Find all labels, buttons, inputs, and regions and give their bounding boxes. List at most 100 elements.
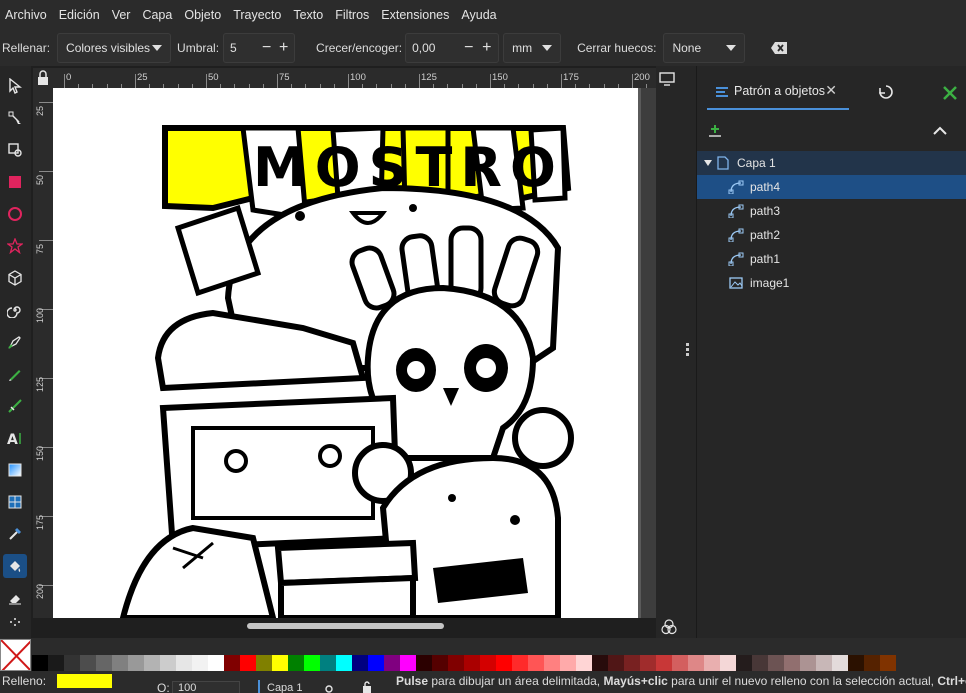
color-swatch[interactable]: [256, 655, 272, 671]
color-swatch[interactable]: [128, 655, 144, 671]
lock-icon[interactable]: [33, 68, 53, 88]
pencil-tool-icon[interactable]: [3, 362, 27, 386]
add-layer-icon[interactable]: [707, 123, 723, 142]
visibility-icon[interactable]: [322, 683, 336, 693]
align-tab-icon[interactable]: [941, 83, 959, 104]
color-swatch[interactable]: [464, 655, 480, 671]
color-swatch[interactable]: [432, 655, 448, 671]
color-swatch[interactable]: [688, 655, 704, 671]
color-swatch[interactable]: [96, 655, 112, 671]
tab-trace-pixel-art[interactable]: Patrón a objetos ✕: [707, 74, 849, 110]
menu-objeto[interactable]: Objeto: [178, 8, 227, 22]
expand-arrow-icon[interactable]: [703, 159, 713, 167]
color-swatch[interactable]: [192, 655, 208, 671]
opacity-spinbox[interactable]: 100: [172, 681, 240, 693]
display-mode-icon[interactable]: [659, 72, 675, 89]
color-swatch[interactable]: [560, 655, 576, 671]
color-swatch[interactable]: [720, 655, 736, 671]
color-swatch[interactable]: [368, 655, 384, 671]
color-swatch[interactable]: [544, 655, 560, 671]
tree-row-path[interactable]: path1: [697, 247, 966, 271]
menu-ver[interactable]: Ver: [106, 8, 137, 22]
color-swatch[interactable]: [656, 655, 672, 671]
color-swatch[interactable]: [640, 655, 656, 671]
spray-tool-icon[interactable]: [3, 614, 27, 630]
color-swatch[interactable]: [784, 655, 800, 671]
text-tool-icon[interactable]: A: [3, 426, 27, 450]
color-swatch[interactable]: [48, 655, 64, 671]
color-swatch[interactable]: [400, 655, 416, 671]
color-swatch[interactable]: [800, 655, 816, 671]
color-swatch[interactable]: [320, 655, 336, 671]
undo-history-icon[interactable]: [877, 83, 895, 104]
color-swatch[interactable]: [768, 655, 784, 671]
menu-ayuda[interactable]: Ayuda: [455, 8, 502, 22]
mesh-tool-icon[interactable]: [3, 490, 27, 514]
tree-row-path[interactable]: path3: [697, 199, 966, 223]
color-swatch[interactable]: [208, 655, 224, 671]
node-tool-icon[interactable]: [3, 106, 27, 130]
color-swatch[interactable]: [512, 655, 528, 671]
eraser-tool-icon[interactable]: [3, 586, 27, 610]
color-swatch[interactable]: [848, 655, 864, 671]
grow-shrink-spinbox[interactable]: 0,00 − +: [405, 33, 500, 63]
color-swatch[interactable]: [224, 655, 240, 671]
color-swatch[interactable]: [144, 655, 160, 671]
star-tool-icon[interactable]: [3, 234, 27, 258]
color-swatch[interactable]: [80, 655, 96, 671]
color-swatch[interactable]: [352, 655, 368, 671]
rectangle-tool-icon[interactable]: [3, 170, 27, 194]
color-swatch[interactable]: [32, 655, 48, 671]
pen-tool-icon[interactable]: [3, 330, 27, 354]
menu-capa[interactable]: Capa: [136, 8, 178, 22]
color-swatch[interactable]: [496, 655, 512, 671]
tree-row-path[interactable]: path2: [697, 223, 966, 247]
color-swatch[interactable]: [336, 655, 352, 671]
plus-icon[interactable]: +: [482, 39, 491, 57]
selector-tool-icon[interactable]: [3, 74, 27, 98]
color-swatch[interactable]: [864, 655, 880, 671]
menu-trayecto[interactable]: Trayecto: [227, 8, 287, 22]
color-swatch[interactable]: [576, 655, 592, 671]
color-swatch[interactable]: [416, 655, 432, 671]
color-swatch[interactable]: [288, 655, 304, 671]
color-swatch[interactable]: [64, 655, 80, 671]
ellipse-tool-icon[interactable]: [3, 202, 27, 226]
color-swatch[interactable]: [752, 655, 768, 671]
menu-filtros[interactable]: Filtros: [329, 8, 375, 22]
fill-by-dropdown[interactable]: Colores visibles: [57, 33, 172, 63]
drawing-canvas[interactable]: MOSTRO: [53, 88, 656, 618]
page[interactable]: MOSTRO: [53, 88, 638, 618]
box3d-tool-icon[interactable]: [3, 266, 27, 290]
color-swatch[interactable]: [160, 655, 176, 671]
horizontal-ruler[interactable]: 0 25 50 75 100 125 150 175 200: [53, 68, 656, 88]
current-layer-label[interactable]: Capa 1: [267, 682, 302, 693]
threshold-spinbox[interactable]: 5 − +: [223, 33, 296, 63]
color-swatch[interactable]: [240, 655, 256, 671]
minus-icon[interactable]: −: [464, 39, 473, 57]
gradient-tool-icon[interactable]: [3, 458, 27, 482]
no-paint-swatch[interactable]: [0, 639, 31, 671]
menu-extensiones[interactable]: Extensiones: [375, 8, 455, 22]
tree-row-image[interactable]: image1: [697, 271, 966, 295]
color-swatch[interactable]: [112, 655, 128, 671]
dropper-tool-icon[interactable]: [3, 522, 27, 546]
mostro-artwork[interactable]: MOSTRO: [53, 88, 638, 618]
menu-edicion[interactable]: Edición: [53, 8, 106, 22]
reset-icon[interactable]: [771, 42, 788, 54]
close-gaps-dropdown[interactable]: None: [663, 33, 746, 63]
color-swatch[interactable]: [624, 655, 640, 671]
color-swatch[interactable]: [304, 655, 320, 671]
tree-row-path[interactable]: path4: [697, 175, 966, 199]
tree-row-layer[interactable]: Capa 1: [697, 151, 966, 175]
color-swatch[interactable]: [880, 655, 896, 671]
menu-texto[interactable]: Texto: [287, 8, 329, 22]
chevron-up-icon[interactable]: [933, 125, 947, 139]
color-swatch[interactable]: [272, 655, 288, 671]
lock-icon[interactable]: [360, 681, 374, 693]
horizontal-scrollbar[interactable]: [247, 623, 444, 629]
vertical-ruler[interactable]: 25 50 75 100 125 150 175 200: [33, 88, 53, 618]
unit-dropdown[interactable]: mm: [503, 33, 562, 63]
color-swatch[interactable]: [816, 655, 832, 671]
minus-icon[interactable]: −: [262, 39, 271, 57]
